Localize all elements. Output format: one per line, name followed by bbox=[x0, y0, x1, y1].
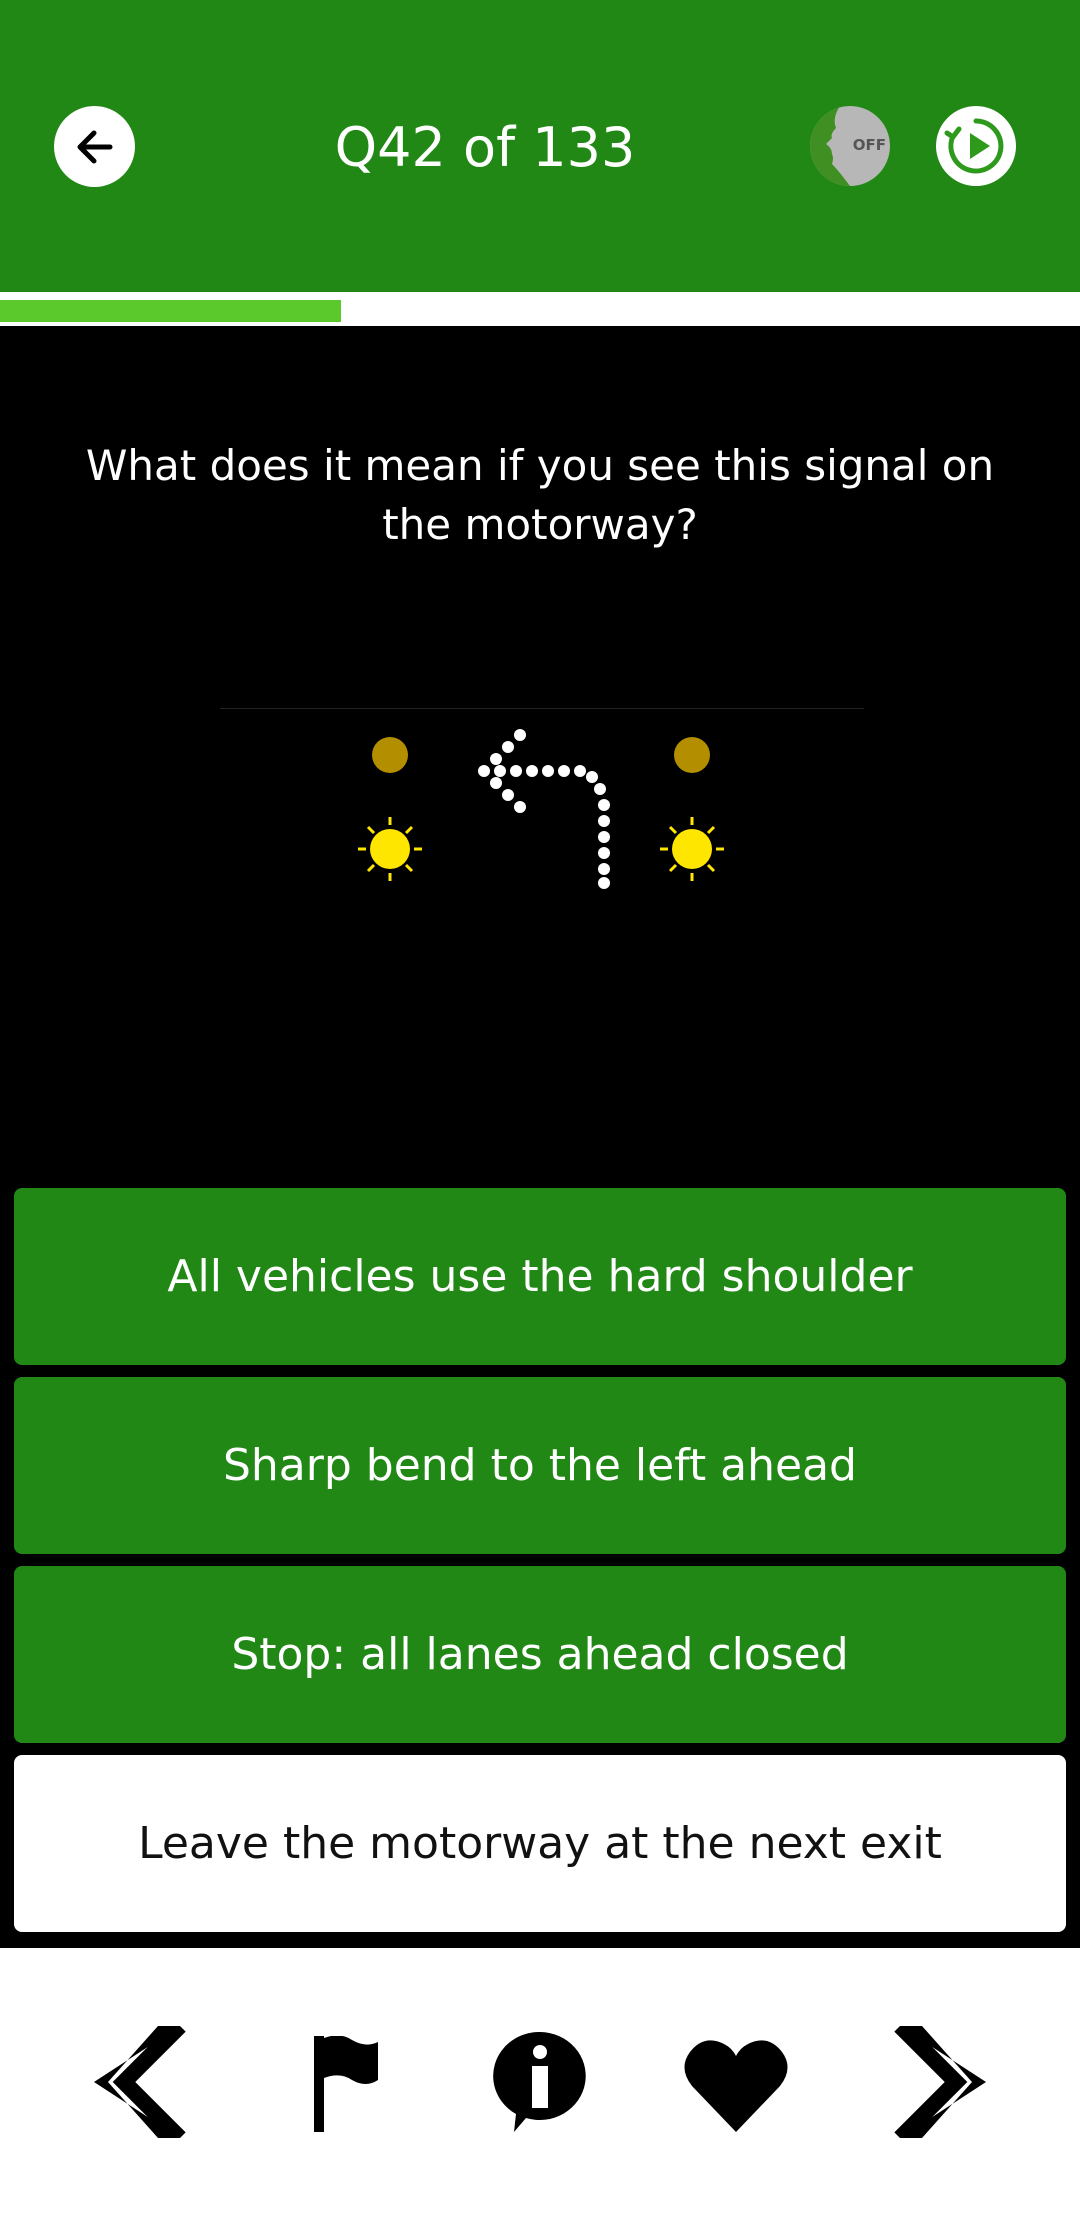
replay-icon bbox=[944, 118, 1004, 174]
progress-fill bbox=[0, 300, 342, 322]
question-text: What does it mean if you see this signal… bbox=[85, 441, 995, 549]
answer-option-2[interactable]: Sharp bend to the left ahead bbox=[14, 1377, 1066, 1554]
left-arrow-dots bbox=[478, 729, 610, 889]
amber-lamp-lit-right bbox=[660, 817, 724, 881]
info-icon[interactable] bbox=[492, 2032, 588, 2132]
heart-icon[interactable] bbox=[684, 2038, 788, 2132]
top-app-bar: Q42 of 133 OFF bbox=[0, 0, 1080, 292]
voice-off-label: OFF bbox=[852, 136, 886, 154]
voice-toggle-button[interactable]: OFF bbox=[810, 106, 890, 186]
chevron-left-icon[interactable] bbox=[94, 2026, 194, 2138]
answer-list: All vehicles use the hard shoulder Sharp… bbox=[14, 1188, 1066, 1944]
motorway-signal-image bbox=[220, 708, 864, 889]
answer-option-4[interactable]: Leave the motorway at the next exit bbox=[14, 1755, 1066, 1932]
chevron-right-icon[interactable] bbox=[886, 2026, 986, 2138]
amber-lamp-top-right bbox=[674, 737, 710, 773]
answer-option-3[interactable]: Stop: all lanes ahead closed bbox=[14, 1566, 1066, 1743]
flag-icon[interactable] bbox=[312, 2036, 382, 2132]
answer-option-1[interactable]: All vehicles use the hard shoulder bbox=[14, 1188, 1066, 1365]
replay-button[interactable] bbox=[936, 106, 1016, 186]
progress-bar bbox=[0, 292, 1080, 326]
arrow-left-icon bbox=[77, 130, 112, 163]
amber-lamp-lit-left bbox=[358, 817, 422, 881]
back-button[interactable] bbox=[54, 106, 135, 187]
bottom-navigation bbox=[0, 1948, 1080, 2220]
question-counter: Q42 of 133 bbox=[334, 116, 636, 179]
amber-lamp-top-left bbox=[372, 737, 408, 773]
